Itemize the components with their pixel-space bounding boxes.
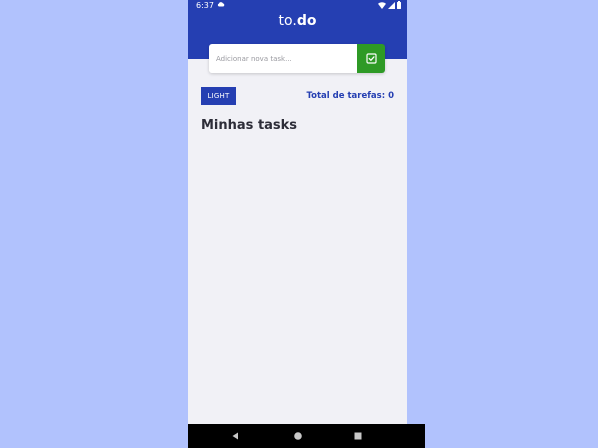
app-title: to.do [188, 12, 407, 30]
phone-screen: 6:37 to.do Adicionar nova task... LIGHT … [188, 0, 407, 448]
back-icon[interactable] [231, 431, 241, 441]
new-task-input[interactable] [209, 44, 357, 73]
battery-icon [397, 1, 401, 9]
tasks-section-title: Minhas tasks [201, 118, 298, 133]
theme-toggle-button[interactable]: LIGHT [201, 87, 236, 105]
status-icons [378, 1, 401, 9]
cloud-icon [217, 2, 225, 7]
status-bar: 6:37 [188, 0, 407, 11]
wifi-icon [378, 1, 386, 9]
home-icon[interactable] [293, 431, 303, 441]
app-title-prefix: to. [278, 13, 297, 29]
check-square-icon [365, 53, 377, 64]
add-task-button[interactable] [357, 44, 385, 73]
app-title-suffix: do [296, 13, 317, 29]
android-navigation-bar [188, 424, 425, 448]
new-task-form [209, 44, 385, 73]
status-time: 6:37 [196, 1, 214, 10]
signal-icon [388, 1, 395, 9]
recents-icon[interactable] [353, 431, 363, 441]
total-tasks-counter: Total de tarefas: 0 [306, 91, 394, 101]
